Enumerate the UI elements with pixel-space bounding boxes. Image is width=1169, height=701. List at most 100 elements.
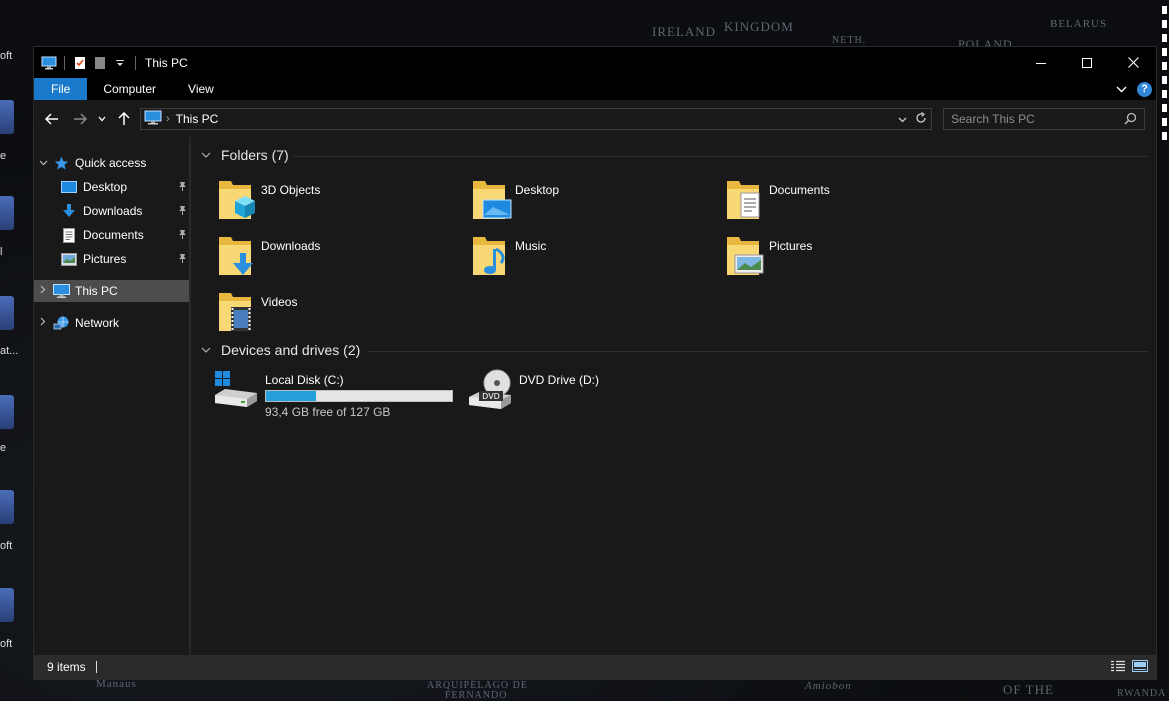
desktop-icon[interactable] [0, 395, 30, 429]
search-icon[interactable] [1124, 112, 1137, 128]
3d-objects-icon [219, 181, 255, 219]
desktop-icon[interactable]: at... [0, 345, 30, 357]
back-button[interactable] [38, 105, 66, 133]
minimize-button[interactable] [1018, 47, 1064, 78]
pin-icon[interactable] [178, 181, 187, 194]
pin-icon[interactable] [178, 205, 187, 218]
folder-label: Downloads [261, 239, 321, 253]
desktop-icons: oft e l at... e oft oft [0, 0, 33, 700]
minimize-icon [1036, 62, 1046, 64]
map-label: FERNANDO [445, 690, 508, 701]
maximize-icon [1082, 57, 1092, 68]
drive-tile-local-disk[interactable]: Local Disk (C:) 93,4 GB free of 127 GB [213, 367, 453, 419]
forward-button[interactable] [66, 105, 94, 133]
downloads-icon [60, 203, 78, 219]
chevron-right-icon[interactable] [34, 285, 52, 297]
arrow-right-icon [74, 112, 87, 125]
app-icon [0, 588, 14, 622]
customize-quick-access-icon[interactable] [112, 56, 128, 70]
sidebar-item-label: Network [75, 316, 120, 330]
address-bar[interactable]: › This PC [140, 108, 932, 130]
breadcrumb-separator-icon[interactable]: › [166, 113, 170, 125]
arrow-up-icon [118, 111, 130, 125]
desktop-icon[interactable] [0, 296, 30, 330]
folder-tile-documents[interactable]: Documents [721, 177, 975, 229]
chevron-down-icon[interactable] [34, 158, 52, 169]
desktop-icon[interactable]: oft [0, 50, 30, 62]
desktop-icon[interactable] [0, 196, 30, 230]
search-input[interactable] [951, 112, 1121, 126]
app-icon [0, 196, 14, 230]
drive-free-space: 93,4 GB free of 127 GB [265, 405, 391, 419]
help-icon[interactable]: ? [1137, 81, 1152, 97]
recent-locations-button[interactable] [94, 105, 110, 133]
drive-label: Local Disk (C:) [265, 373, 344, 387]
desktop-icon[interactable] [0, 490, 30, 524]
address-bar-controls [898, 111, 931, 127]
desktop-icon[interactable]: oft [0, 638, 30, 650]
desktop-icon[interactable] [0, 588, 30, 622]
folder-tile-music[interactable]: Music [467, 233, 721, 285]
chevron-right-icon[interactable] [34, 317, 52, 329]
sidebar-item-downloads[interactable]: Downloads [34, 200, 189, 222]
drive-label: DVD Drive (D:) [519, 373, 599, 387]
sidebar-item-desktop[interactable]: Desktop [34, 176, 189, 198]
desktop-icon[interactable]: l [0, 246, 30, 258]
documents-folder-icon [727, 181, 760, 219]
folder-tile-3d-objects[interactable]: 3D Objects [213, 177, 467, 229]
desktop-icon [60, 179, 78, 195]
pin-icon[interactable] [178, 253, 187, 266]
folders-group-header[interactable]: Folders (7) [201, 147, 289, 163]
up-button[interactable] [110, 105, 138, 133]
address-dropdown-icon[interactable] [898, 112, 907, 126]
tab-computer[interactable]: Computer [87, 78, 172, 100]
close-button[interactable] [1110, 47, 1156, 78]
explorer-window: This PC File Computer View ? › This PC S… [33, 46, 1157, 680]
folder-tile-videos[interactable]: Videos [213, 289, 467, 341]
this-pc-icon [41, 56, 57, 70]
folder-label: 3D Objects [261, 183, 321, 197]
pin-icon[interactable] [178, 229, 187, 242]
properties-icon[interactable] [72, 56, 88, 70]
expand-ribbon-icon[interactable] [1116, 82, 1127, 96]
desktop-icon[interactable]: oft [0, 540, 30, 552]
breadcrumb-this-pc[interactable]: This PC [176, 112, 219, 126]
ribbon-tabs: File Computer View ? [34, 78, 1156, 100]
group-divider [367, 351, 1148, 352]
folder-tile-pictures[interactable]: Pictures [721, 233, 975, 285]
desktop-icon-label: e [0, 150, 7, 162]
details-view-icon[interactable] [1110, 660, 1126, 675]
desktop-icon[interactable]: e [0, 150, 30, 162]
drive-usage-fill [266, 391, 317, 401]
dvd-badge: DVD [482, 392, 500, 401]
sidebar-item-documents[interactable]: Documents [34, 224, 189, 246]
chevron-down-icon[interactable] [201, 150, 215, 161]
chevron-down-icon[interactable] [201, 345, 215, 356]
tab-view[interactable]: View [172, 78, 230, 100]
star-icon [52, 155, 70, 171]
drive-tile-dvd[interactable]: DVD DVD Drive (D:) [467, 367, 599, 419]
large-icons-view-icon[interactable] [1132, 659, 1148, 675]
sidebar-item-label: This PC [75, 284, 118, 298]
folder-tile-desktop[interactable]: Desktop [467, 177, 721, 229]
desktop-icon[interactable]: e [0, 442, 30, 454]
app-icon [0, 395, 14, 429]
search-box[interactable] [943, 108, 1145, 130]
folder-label: Desktop [515, 183, 560, 197]
desktop-icon[interactable] [0, 100, 30, 134]
tab-file[interactable]: File [34, 78, 88, 100]
map-label: NETH. [832, 35, 867, 46]
sidebar-item-pictures[interactable]: Pictures [34, 248, 189, 270]
sidebar-item-label: Pictures [83, 252, 127, 266]
app-icon [0, 100, 14, 134]
sidebar-item-this-pc[interactable]: This PC [34, 280, 189, 302]
title-bar[interactable]: This PC [34, 47, 1156, 78]
folder-tile-downloads[interactable]: Downloads [213, 233, 467, 285]
maximize-button[interactable] [1064, 47, 1110, 78]
new-folder-icon[interactable] [92, 56, 108, 70]
devices-group-header[interactable]: Devices and drives (2) [201, 342, 360, 358]
refresh-icon[interactable] [915, 111, 927, 127]
sidebar-item-network[interactable]: Network [34, 312, 189, 334]
sidebar-item-label: Quick access [75, 156, 147, 170]
sidebar-item-quick-access[interactable]: Quick access [34, 152, 189, 174]
